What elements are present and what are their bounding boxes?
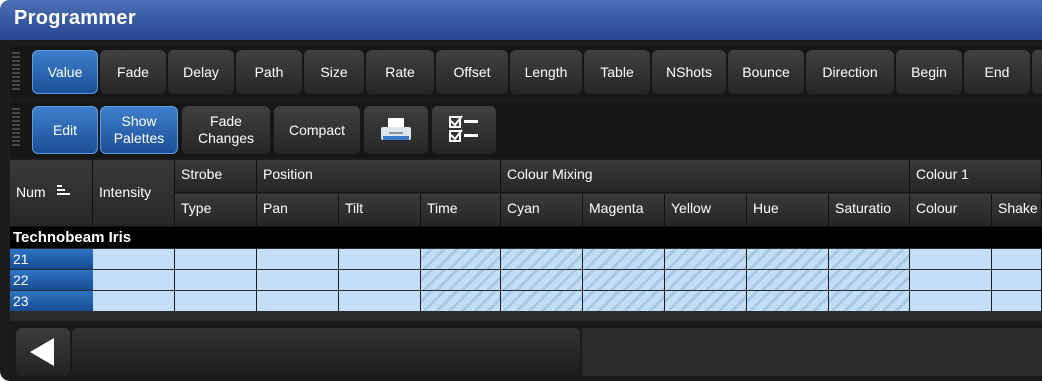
grid-cell[interactable] xyxy=(910,291,992,311)
grid-cell[interactable] xyxy=(257,270,339,290)
grid-cell[interactable] xyxy=(421,270,501,290)
grid-cell[interactable] xyxy=(910,249,992,269)
column-header-cyan[interactable]: Cyan xyxy=(501,194,583,227)
grid-cell[interactable] xyxy=(93,249,175,269)
begin-button[interactable]: Begin xyxy=(896,50,962,94)
grid-cell[interactable] xyxy=(339,291,421,311)
grid-cell[interactable] xyxy=(747,249,829,269)
grid-cell[interactable] xyxy=(829,291,910,311)
offset-button[interactable]: Offset xyxy=(436,50,508,94)
grid-cell[interactable] xyxy=(992,291,1042,311)
column-group-colour1[interactable]: Colour 1 xyxy=(910,160,1042,193)
path-button[interactable]: Path xyxy=(236,50,302,94)
column-group-colour-mixing[interactable]: Colour Mixing xyxy=(501,160,910,193)
grid-cell[interactable] xyxy=(257,249,339,269)
grid-cell[interactable] xyxy=(421,291,501,311)
toolbar-grip[interactable] xyxy=(12,108,20,148)
grid-cell[interactable] xyxy=(665,270,747,290)
column-header-hue[interactable]: Hue xyxy=(747,194,829,227)
print-button[interactable] xyxy=(364,106,428,154)
nshots-button[interactable]: NShots xyxy=(652,50,726,94)
row-number[interactable]: 21 xyxy=(10,249,93,269)
grid-cell[interactable] xyxy=(93,270,175,290)
fixture-group-label: Technobeam Iris xyxy=(10,227,1042,248)
num-label: Num xyxy=(16,184,46,200)
grid-cell[interactable] xyxy=(501,291,583,311)
grid-cell[interactable] xyxy=(583,270,665,290)
row-number[interactable]: 23 xyxy=(10,291,93,311)
row-number[interactable]: 22 xyxy=(10,270,93,290)
fade-changes-line2: Changes xyxy=(197,130,255,146)
grid-cell[interactable] xyxy=(829,249,910,269)
end-button[interactable]: End xyxy=(964,50,1030,94)
grid-cell[interactable] xyxy=(992,249,1042,269)
show-palettes-button[interactable]: Show Palettes xyxy=(100,106,178,154)
column-header-pan[interactable]: Pan xyxy=(257,194,339,227)
column-header-intensity[interactable]: Intensity xyxy=(93,160,175,227)
bounce-button[interactable]: Bounce xyxy=(728,50,804,94)
grid-cell[interactable] xyxy=(665,291,747,311)
grid-cell[interactable] xyxy=(583,291,665,311)
grid-cell[interactable] xyxy=(829,270,910,290)
direction-button[interactable]: Direction xyxy=(806,50,894,94)
column-header-type[interactable]: Type xyxy=(175,194,257,227)
timing-toolbar: Value Fade Delay Path Size Rate Offset L… xyxy=(10,46,1042,98)
column-header-magenta[interactable]: Magenta xyxy=(583,194,665,227)
grid-cell[interactable] xyxy=(583,249,665,269)
fade-button[interactable]: Fade xyxy=(100,50,166,94)
grid-cell[interactable] xyxy=(339,249,421,269)
column-header-saturation[interactable]: Saturatio xyxy=(829,194,910,227)
checklist-button[interactable] xyxy=(432,106,496,154)
grid-cell[interactable] xyxy=(421,249,501,269)
sort-icon xyxy=(57,185,71,195)
column-header-num[interactable]: Num xyxy=(10,160,93,227)
edit-button[interactable]: Edit xyxy=(32,106,98,154)
grid-cell[interactable] xyxy=(339,270,421,290)
scroll-area-empty xyxy=(582,328,1042,376)
column-header-shake[interactable]: Shake xyxy=(992,194,1042,227)
column-header-time[interactable]: Time xyxy=(421,194,501,227)
left-arrow-icon xyxy=(30,338,54,366)
show-palettes-line1: Show xyxy=(121,113,157,129)
more-button[interactable] xyxy=(1032,50,1042,94)
grid-cell[interactable] xyxy=(175,291,257,311)
length-button[interactable]: Length xyxy=(510,50,582,94)
title-bar[interactable]: Programmer xyxy=(0,0,1042,40)
horizontal-scrollbar[interactable] xyxy=(72,328,580,376)
grid-cell[interactable] xyxy=(665,249,747,269)
scroll-left-button[interactable] xyxy=(16,328,70,376)
checklist-icon xyxy=(449,115,478,142)
programmer-window: Programmer Value Fade Delay Path Size Ra… xyxy=(0,0,1042,381)
delay-button[interactable]: Delay xyxy=(168,50,234,94)
compact-button[interactable]: Compact xyxy=(274,106,360,154)
grid-cell[interactable] xyxy=(910,270,992,290)
grid-cell[interactable] xyxy=(501,249,583,269)
grid-cell[interactable] xyxy=(175,249,257,269)
show-palettes-line2: Palettes xyxy=(113,130,165,146)
grid-cell[interactable] xyxy=(257,291,339,311)
size-button[interactable]: Size xyxy=(304,50,364,94)
column-group-position[interactable]: Position xyxy=(257,160,501,193)
table-button[interactable]: Table xyxy=(584,50,650,94)
toolbar-grip[interactable] xyxy=(12,52,20,92)
grid-cell[interactable] xyxy=(747,270,829,290)
grid-cell[interactable] xyxy=(93,291,175,311)
column-header-colour[interactable]: Colour xyxy=(910,194,992,227)
programmer-grid: Num Intensity Strobe Position Colour Mix… xyxy=(10,160,1042,321)
window-title: Programmer xyxy=(14,7,136,29)
column-header-tilt[interactable]: Tilt xyxy=(339,194,421,227)
grid-cell[interactable] xyxy=(175,270,257,290)
grid-cell[interactable] xyxy=(501,270,583,290)
printer-icon xyxy=(381,118,411,140)
grid-cell[interactable] xyxy=(992,270,1042,290)
value-button[interactable]: Value xyxy=(32,50,98,94)
column-group-strobe[interactable]: Strobe xyxy=(175,160,257,193)
column-header-yellow[interactable]: Yellow xyxy=(665,194,747,227)
bottom-bar xyxy=(10,322,1042,381)
rate-button[interactable]: Rate xyxy=(366,50,434,94)
grid-cell[interactable] xyxy=(747,291,829,311)
view-toolbar: Edit Show Palettes Fade Changes Compact xyxy=(10,102,1042,158)
fade-changes-button[interactable]: Fade Changes xyxy=(182,106,270,154)
fade-changes-line1: Fade xyxy=(210,113,242,129)
